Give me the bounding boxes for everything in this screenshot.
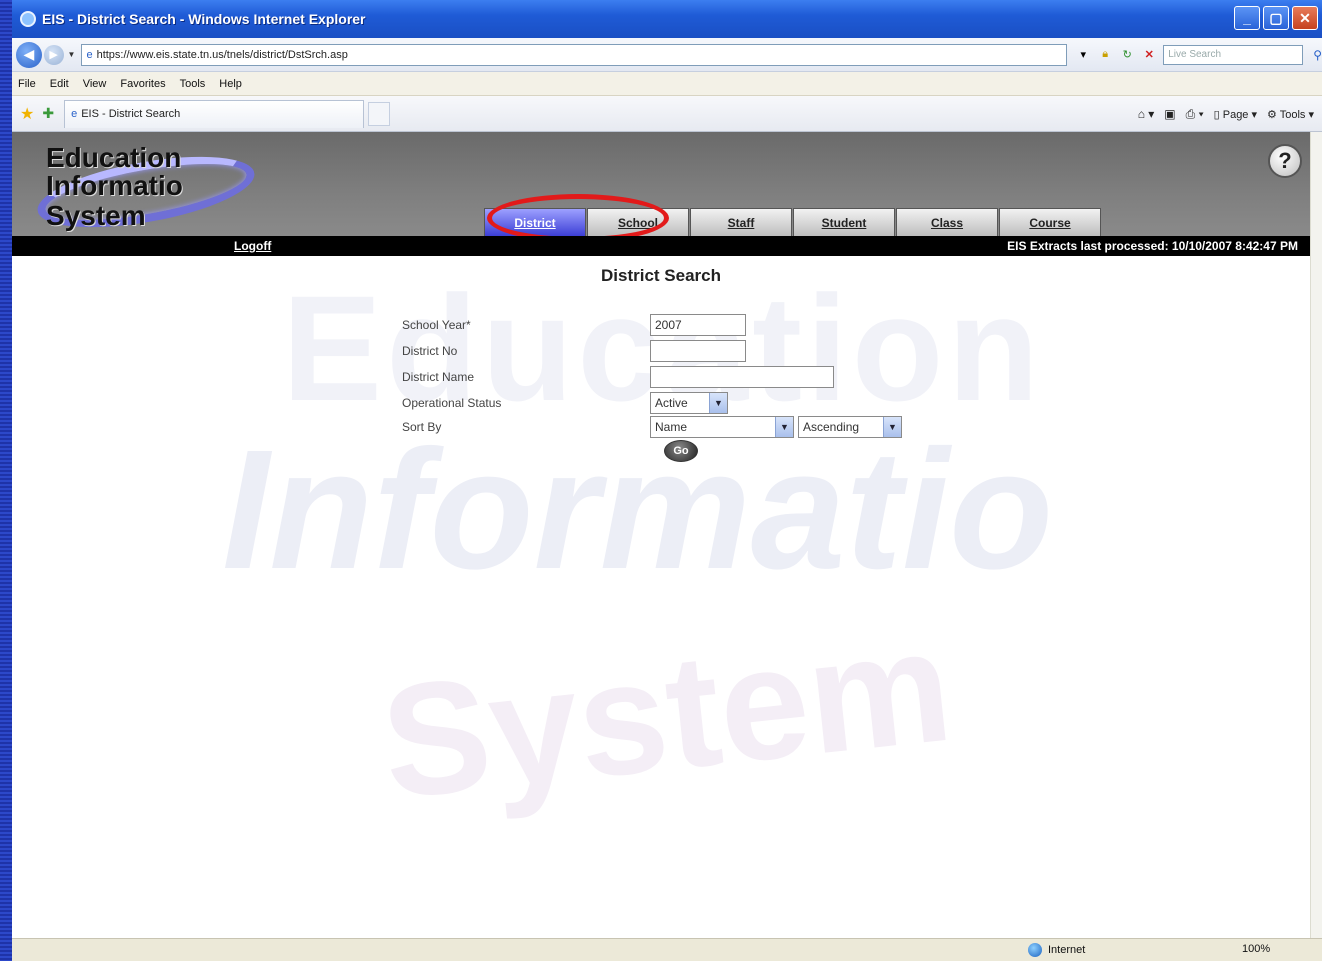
menu-favorites[interactable]: Favorites <box>120 78 165 90</box>
security-zone[interactable]: Internet <box>1028 943 1085 957</box>
print-icon[interactable]: ⎙ ▾ <box>1186 107 1204 122</box>
page-content: Education Informatio System Education In… <box>12 132 1310 938</box>
go-button[interactable]: Go <box>664 440 698 462</box>
zoom-level[interactable]: 100% <box>1242 943 1270 955</box>
forward-button[interactable]: ▶ <box>43 44 64 65</box>
row-district-no: District No <box>402 340 1002 364</box>
op-status-select[interactable]: Active ▼ <box>650 392 728 414</box>
back-button[interactable]: ◀ <box>16 41 42 68</box>
browser-tab-title: EIS - District Search <box>81 108 181 120</box>
url-text: https://www.eis.state.tn.us/tnels/distri… <box>96 48 348 61</box>
watermark-word-2: Informatio <box>222 415 1054 605</box>
refresh-icon[interactable]: ↻ <box>1119 47 1135 63</box>
window-controls: _ ▢ ✕ <box>1234 6 1318 30</box>
row-operational-status: Operational Status Active ▼ <box>402 392 1002 416</box>
menu-help[interactable]: Help <box>219 78 242 90</box>
menu-view[interactable]: View <box>83 78 107 90</box>
url-input[interactable]: e https://www.eis.state.tn.us/tnels/dist… <box>81 43 1068 66</box>
tools-menu[interactable]: ⚙ Tools ▾ <box>1267 108 1314 121</box>
compat-dropdown-icon[interactable]: ▾ <box>1075 47 1091 63</box>
chevron-down-icon: ▼ <box>709 393 727 413</box>
forward-arrow-icon: ▶ <box>49 49 58 61</box>
favorites-star-icon[interactable]: ★ <box>20 104 34 124</box>
tab-school[interactable]: School <box>587 208 689 236</box>
back-arrow-icon: ◀ <box>23 46 35 62</box>
page-title: District Search <box>601 266 721 285</box>
add-favorite-icon[interactable]: ✚ <box>42 105 54 122</box>
school-year-label: School Year* <box>402 318 471 332</box>
slide-left-strip <box>0 0 12 961</box>
tab-district[interactable]: District <box>484 208 586 236</box>
app-tabs: District School Staff Student Class Cour… <box>484 208 1102 236</box>
window-title: EIS - District Search - Windows Internet… <box>42 11 366 27</box>
logo-line-1: Education <box>46 142 182 173</box>
logoff-link[interactable]: Logoff <box>234 239 271 253</box>
op-status-value: Active <box>655 396 688 410</box>
ie-icon <box>20 11 36 27</box>
search-placeholder: Live Search <box>1168 49 1222 60</box>
globe-icon <box>1028 943 1042 957</box>
row-school-year: School Year* 2007 <box>402 314 1002 338</box>
feeds-icon[interactable]: ▣ <box>1164 107 1175 121</box>
tab-staff[interactable]: Staff <box>690 208 792 236</box>
lock-icon[interactable]: 🔒︎ <box>1097 47 1113 63</box>
tab-course[interactable]: Course <box>999 208 1101 236</box>
menu-file[interactable]: File <box>18 78 36 90</box>
sort-by-select[interactable]: Name ▼ <box>650 416 794 438</box>
chevron-down-icon: ▼ <box>775 417 793 437</box>
district-name-input[interactable] <box>650 366 834 388</box>
maximize-button[interactable]: ▢ <box>1263 6 1289 30</box>
help-icon[interactable]: ? <box>1268 144 1302 178</box>
watermark-word-3: System <box>374 594 959 833</box>
tools-menu-label: Tools <box>1279 108 1306 121</box>
zone-label: Internet <box>1048 944 1086 956</box>
status-strip: Logoff EIS Extracts last processed: 10/1… <box>12 236 1310 256</box>
district-name-label: District Name <box>402 370 475 384</box>
home-icon[interactable]: ⌂ ▾ <box>1138 107 1155 121</box>
command-bar: ⌂ ▾ ▣ ⎙ ▾ ▯ Page ▾ ⚙ Tools ▾ <box>1138 96 1314 132</box>
page-menu-label: Page <box>1222 108 1249 121</box>
row-sort-by: Sort By Name ▼ Ascending ▼ <box>402 416 1002 440</box>
browser-tab[interactable]: e EIS - District Search <box>64 99 365 128</box>
vertical-scrollbar[interactable] <box>1310 132 1322 938</box>
address-bar: ◀ ▶ ▼ e https://www.eis.state.tn.us/tnel… <box>12 38 1322 72</box>
history-dropdown-icon[interactable]: ▼ <box>68 50 76 59</box>
stop-icon[interactable]: ✕ <box>1141 47 1157 63</box>
menu-tools[interactable]: Tools <box>180 78 206 90</box>
extracts-timestamp: EIS Extracts last processed: 10/10/2007 … <box>1007 239 1298 253</box>
app-header: Education Informatio System ? District S… <box>12 132 1310 242</box>
tab-bar: ★ ✚ e EIS - District Search ⌂ ▾ ▣ ⎙ ▾ ▯ … <box>12 96 1322 132</box>
row-district-name: District Name <box>402 366 1002 390</box>
op-status-label: Operational Status <box>402 396 502 410</box>
logo-line-2: Informatio <box>46 170 183 201</box>
close-button[interactable]: ✕ <box>1292 6 1318 30</box>
menu-bar: File Edit View Favorites Tools Help <box>12 72 1322 96</box>
chevron-down-icon: ▼ <box>883 417 901 437</box>
search-input[interactable]: Live Search <box>1163 44 1304 65</box>
browser-window: EIS - District Search - Windows Internet… <box>12 0 1322 961</box>
logo-line-3: System <box>46 200 146 231</box>
title-bar: EIS - District Search - Windows Internet… <box>12 0 1322 38</box>
sort-order-select[interactable]: Ascending ▼ <box>798 416 902 438</box>
menu-edit[interactable]: Edit <box>50 78 69 90</box>
district-no-input[interactable] <box>650 340 746 362</box>
tab-class[interactable]: Class <box>896 208 998 236</box>
sort-by-label: Sort By <box>402 420 442 434</box>
new-tab-button[interactable] <box>368 101 391 126</box>
page-menu[interactable]: ▯ Page ▾ <box>1214 108 1257 121</box>
status-bar: Internet 100% <box>12 938 1322 961</box>
district-no-label: District No <box>402 344 458 358</box>
sort-order-value: Ascending <box>803 420 860 434</box>
school-year-input[interactable]: 2007 <box>650 314 746 336</box>
sort-by-value: Name <box>655 420 688 434</box>
search-icon[interactable]: ⚲ <box>1313 48 1322 62</box>
minimize-button[interactable]: _ <box>1234 6 1260 30</box>
page-icon-small: ▯ <box>1213 108 1223 121</box>
gear-icon: ⚙ <box>1267 108 1280 121</box>
eis-logo: Education Informatio System <box>32 138 262 241</box>
page-icon: e <box>86 48 93 61</box>
tab-student[interactable]: Student <box>793 208 895 236</box>
tab-page-icon: e <box>71 108 78 120</box>
address-tools: ▾ 🔒︎ ↻ ✕ Live Search ⚲ <box>1075 44 1322 65</box>
